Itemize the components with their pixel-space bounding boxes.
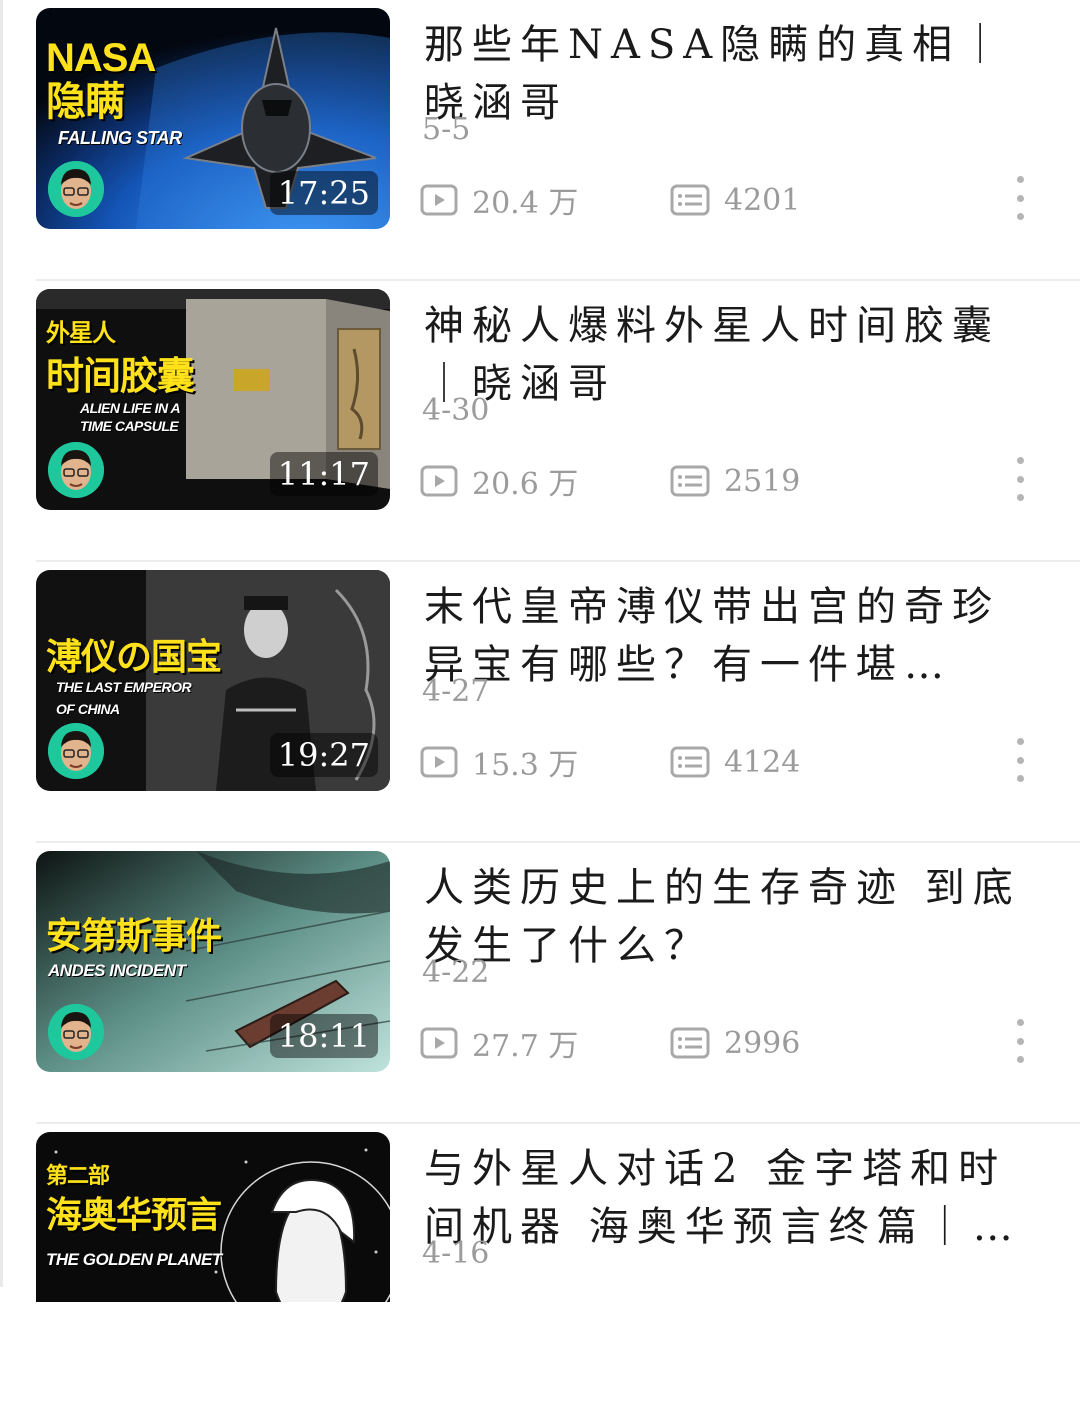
avatar-face-icon bbox=[48, 442, 104, 498]
thumbnail-title-cn: 海奥华预言 bbox=[46, 1194, 222, 1235]
play-icon bbox=[420, 746, 458, 778]
view-count-text: 15.3 万 bbox=[472, 748, 579, 783]
video-duration: 18:11 bbox=[269, 1014, 378, 1058]
avatar bbox=[48, 723, 104, 779]
thumbnail-title-en: THE GOLDEN PLANET bbox=[46, 1250, 222, 1269]
play-icon bbox=[420, 1027, 458, 1059]
more-vertical-icon[interactable] bbox=[1008, 176, 1032, 220]
more-vertical-icon[interactable] bbox=[1008, 457, 1032, 501]
comment-count-text: 4124 bbox=[724, 744, 801, 780]
thumbnail-title-en: ALIEN LIFE IN A TIME CAPSULE bbox=[80, 400, 181, 434]
more-vertical-icon[interactable] bbox=[1008, 1019, 1032, 1063]
thumbnail-title-en: FALLING STAR bbox=[58, 128, 182, 148]
avatar-face-icon bbox=[48, 161, 104, 217]
comment-count: 2519 bbox=[670, 459, 800, 503]
video-duration: 17:25 bbox=[269, 171, 378, 215]
video-title[interactable]: 人类历史上的生存奇迹 到底发生了什么？ bbox=[424, 859, 1034, 975]
upload-date: 5-5 bbox=[422, 112, 471, 147]
video-title[interactable]: 末代皇帝溥仪带出宫的奇珍异宝有哪些？有一件堪… bbox=[424, 578, 1034, 694]
upload-date: 4-30 bbox=[422, 393, 490, 428]
avatar bbox=[48, 442, 104, 498]
video-title[interactable]: 那些年NASA隐瞒的真相｜晓涵哥 bbox=[424, 16, 1034, 132]
video-duration: 19:27 bbox=[269, 733, 378, 777]
video-item[interactable]: 外星人 时间胶囊 ALIEN LIFE IN A TIME CAPSULE 11… bbox=[0, 281, 1080, 562]
thumbnail-title-en: ANDES INCIDENT bbox=[48, 961, 186, 980]
comment-icon bbox=[670, 1027, 710, 1059]
avatar bbox=[48, 161, 104, 217]
view-count: 20.6 万 bbox=[420, 459, 578, 503]
more-vertical-icon[interactable] bbox=[1008, 738, 1032, 782]
video-thumbnail[interactable]: 溥仪の国宝 THE LAST EMPEROR OF CHINA 19:27 bbox=[36, 570, 390, 791]
view-count-text: 20.6 万 bbox=[472, 467, 579, 502]
video-item[interactable]: 第二部 海奥华预言 THE GOLDEN PLANET 与外星人对话2 金字塔和… bbox=[0, 1124, 1080, 1405]
comment-count: 4124 bbox=[670, 740, 800, 784]
play-icon bbox=[420, 465, 458, 497]
comment-count-text: 4201 bbox=[724, 182, 801, 218]
comment-icon bbox=[670, 184, 710, 216]
upload-date: 4-22 bbox=[422, 955, 490, 990]
thumbnail-subtitle-cn: 外星人 bbox=[46, 320, 116, 347]
comment-count: 4201 bbox=[670, 178, 800, 222]
video-title[interactable]: 与外星人对话2 金字塔和时间机器 海奥华预言终篇｜… bbox=[424, 1140, 1034, 1256]
thumbnail-title-cn: 时间胶囊 bbox=[46, 356, 195, 398]
thumbnail-title-cn: NASA 隐瞒 bbox=[46, 36, 156, 124]
comment-icon bbox=[670, 465, 710, 497]
video-duration: 11:17 bbox=[269, 452, 378, 496]
view-count: 20.4 万 bbox=[420, 178, 578, 222]
avatar-face-icon bbox=[48, 1004, 104, 1060]
thumbnail-title-cn: 安第斯事件 bbox=[46, 915, 222, 956]
video-thumbnail[interactable]: 第二部 海奥华预言 THE GOLDEN PLANET bbox=[36, 1132, 390, 1302]
video-title[interactable]: 神秘人爆料外星人时间胶囊｜晓涵哥 bbox=[424, 297, 1034, 413]
video-item[interactable]: NASA 隐瞒 FALLING STAR 17:25 那些年NASA隐瞒的真相｜晓… bbox=[0, 0, 1080, 281]
thumbnail-title-en: THE LAST EMPEROR OF CHINA bbox=[56, 679, 192, 717]
video-thumbnail[interactable]: 安第斯事件 ANDES INCIDENT 18:11 bbox=[36, 851, 390, 1072]
comment-count-text: 2996 bbox=[724, 1025, 801, 1061]
upload-date: 4-16 bbox=[422, 1236, 490, 1271]
video-thumbnail[interactable]: NASA 隐瞒 FALLING STAR 17:25 bbox=[36, 8, 390, 229]
video-item[interactable]: 溥仪の国宝 THE LAST EMPEROR OF CHINA 19:27 末代… bbox=[0, 562, 1080, 843]
play-icon bbox=[420, 184, 458, 216]
video-thumbnail[interactable]: 外星人 时间胶囊 ALIEN LIFE IN A TIME CAPSULE 11… bbox=[36, 289, 390, 510]
view-count: 27.7 万 bbox=[420, 1021, 578, 1065]
comment-count-text: 2519 bbox=[724, 463, 801, 499]
view-count-text: 27.7 万 bbox=[472, 1029, 579, 1064]
thumbnail-title-cn: 溥仪の国宝 bbox=[46, 636, 222, 677]
avatar-face-icon bbox=[48, 723, 104, 779]
view-count-text: 20.4 万 bbox=[472, 186, 579, 221]
comment-count: 2996 bbox=[670, 1021, 800, 1065]
avatar bbox=[48, 1004, 104, 1060]
comment-icon bbox=[670, 746, 710, 778]
video-item[interactable]: 安第斯事件 ANDES INCIDENT 18:11 人类历史上的生存奇迹 到底… bbox=[0, 843, 1080, 1124]
upload-date: 4-27 bbox=[422, 674, 490, 709]
view-count: 15.3 万 bbox=[420, 740, 578, 784]
